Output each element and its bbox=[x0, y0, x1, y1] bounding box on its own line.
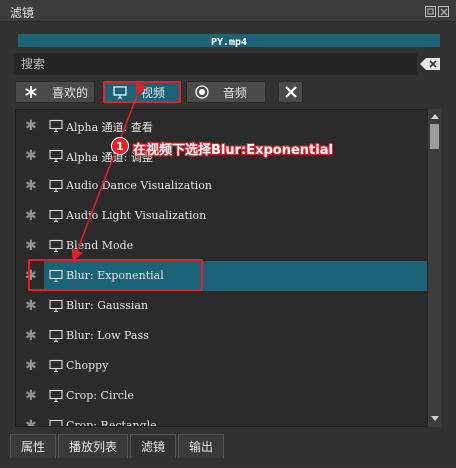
filter-name: Blur: Low Pass bbox=[66, 329, 149, 342]
category-audio-button[interactable]: 音频 bbox=[186, 81, 266, 103]
favorite-star-icon[interactable]: ✱ bbox=[25, 118, 37, 134]
scrollbar-thumb[interactable] bbox=[430, 124, 439, 149]
scroll-down-icon bbox=[431, 416, 439, 421]
favorite-star-icon[interactable]: ✱ bbox=[25, 178, 37, 194]
clear-search-icon[interactable] bbox=[420, 58, 440, 70]
monitor-icon bbox=[49, 419, 63, 426]
category-favorites-label: 喜欢的 bbox=[52, 85, 89, 100]
favorite-star-icon[interactable]: ✱ bbox=[25, 238, 37, 254]
filter-name: Audio Light Visualization bbox=[66, 209, 207, 222]
category-video-label: 视频 bbox=[141, 85, 166, 100]
filter-list-item[interactable]: ✱ Crop: Rectangle bbox=[16, 411, 427, 427]
filter-list-item[interactable]: ✱ Blur: Exponential bbox=[16, 261, 427, 291]
tab-playlist[interactable]: 播放列表 bbox=[58, 434, 129, 458]
filter-list-item[interactable]: ✱ Audio Light Visualization bbox=[16, 201, 427, 231]
favorite-star-icon[interactable]: ✱ bbox=[25, 268, 37, 284]
filter-list-item[interactable]: ✱ Blur: Low Pass bbox=[16, 321, 427, 351]
monitor-icon bbox=[49, 179, 63, 193]
favorite-star-icon[interactable]: ✱ bbox=[25, 208, 37, 224]
monitor-icon bbox=[49, 359, 63, 373]
clip-name-bar: PY.mp4 bbox=[18, 34, 440, 48]
close-icon bbox=[285, 86, 297, 98]
monitor-icon bbox=[49, 299, 63, 313]
star-icon bbox=[24, 85, 38, 99]
clip-name: PY.mp4 bbox=[210, 37, 248, 48]
filter-name: Blur: Gaussian bbox=[66, 299, 149, 312]
category-video-button[interactable]: 视频 bbox=[103, 81, 181, 103]
close-filter-list-button[interactable] bbox=[278, 81, 303, 103]
panel-titlebar: 滤镜 bbox=[0, 0, 456, 22]
filter-list-item[interactable]: ✱ Blend Mode bbox=[16, 231, 427, 261]
annotation-text: 在视频下选择Blur:Exponential bbox=[133, 143, 333, 158]
monitor-icon bbox=[49, 119, 63, 133]
filter-name: Crop: Rectangle bbox=[66, 419, 157, 427]
filter-name: Blur: Exponential bbox=[66, 269, 164, 282]
category-favorites-button[interactable]: 喜欢的 bbox=[15, 81, 95, 103]
scroll-up-icon bbox=[431, 114, 439, 119]
filter-list-item[interactable]: ✱ Alpha 通道: 查看 bbox=[16, 111, 427, 141]
filter-name: Alpha 通道: 查看 bbox=[66, 121, 153, 134]
bottom-tab-bar: 属性 播放列表 滤镜 输出 bbox=[10, 434, 226, 458]
tab-filters[interactable]: 滤镜 bbox=[130, 434, 177, 458]
category-audio-label: 音频 bbox=[223, 85, 248, 100]
search-field[interactable] bbox=[14, 53, 417, 75]
favorite-star-icon[interactable]: ✱ bbox=[25, 298, 37, 314]
monitor-icon bbox=[49, 329, 63, 343]
favorite-star-icon[interactable]: ✱ bbox=[25, 418, 37, 426]
filter-name: Choppy bbox=[66, 359, 109, 372]
tab-export[interactable]: 输出 bbox=[178, 434, 225, 458]
filter-list-item[interactable]: ✱ Blur: Gaussian bbox=[16, 291, 427, 321]
favorite-star-icon[interactable]: ✱ bbox=[25, 328, 37, 344]
monitor-icon bbox=[49, 269, 63, 283]
filter-list-scrollbar[interactable] bbox=[427, 109, 441, 427]
panel-title: 滤镜 bbox=[10, 6, 35, 20]
tab-properties[interactable]: 属性 bbox=[10, 434, 57, 458]
monitor-icon bbox=[49, 149, 63, 163]
speaker-icon bbox=[195, 85, 209, 99]
favorite-star-icon[interactable]: ✱ bbox=[25, 148, 37, 164]
monitor-icon bbox=[113, 85, 127, 99]
filter-list-item[interactable]: ✱ Choppy bbox=[16, 351, 427, 381]
float-icon[interactable] bbox=[425, 6, 436, 17]
filter-list-item[interactable]: ✱ Audio Dance Visualization bbox=[16, 171, 427, 201]
filter-list-item[interactable]: ✱ Crop: Circle bbox=[16, 381, 427, 411]
close-icon[interactable] bbox=[438, 6, 449, 17]
monitor-icon bbox=[49, 209, 63, 223]
search-input[interactable] bbox=[15, 54, 416, 74]
monitor-icon bbox=[49, 389, 63, 403]
filter-name: Audio Dance Visualization bbox=[66, 179, 212, 192]
favorite-star-icon[interactable]: ✱ bbox=[25, 358, 37, 374]
favorite-star-icon[interactable]: ✱ bbox=[25, 388, 37, 404]
filter-name: Blend Mode bbox=[66, 239, 134, 252]
annotation-step-number: 1 bbox=[111, 137, 129, 155]
monitor-icon bbox=[49, 239, 63, 253]
filter-name: Crop: Circle bbox=[66, 389, 134, 402]
